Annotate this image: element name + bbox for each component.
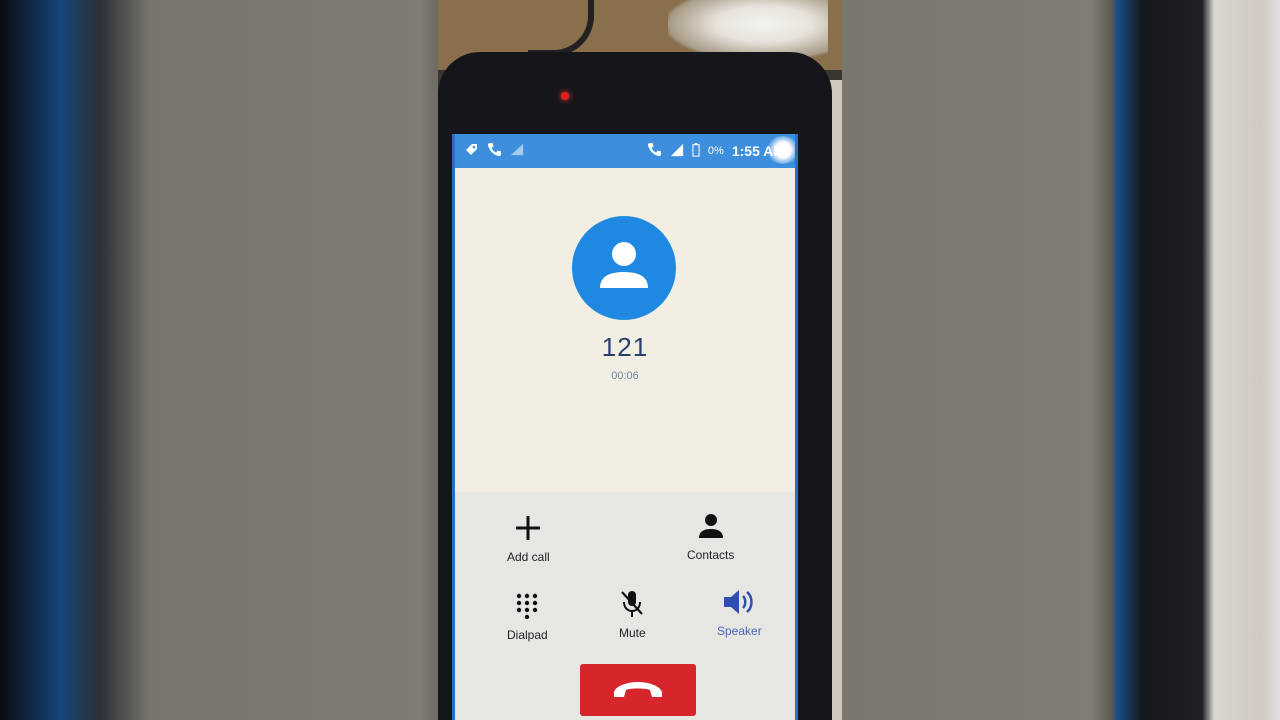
status-bar: 0% 1:55 AM [455, 134, 795, 168]
contacts-label: Contacts [687, 548, 735, 562]
dialpad-icon [515, 586, 539, 626]
battery-icon [692, 142, 700, 160]
battery-percent: 0% [707, 145, 724, 157]
light-glare [767, 136, 795, 164]
mute-button[interactable]: Mute [619, 584, 646, 640]
contacts-button[interactable]: Contacts [687, 506, 734, 562]
call-controls: Add call Contacts Dialpad Mute Speaker [455, 492, 795, 720]
add-call-button[interactable]: Add call [507, 508, 550, 564]
mic-off-icon [619, 584, 645, 624]
dialpad-button[interactable]: Dialpad [507, 586, 548, 642]
mute-label: Mute [619, 626, 646, 640]
rocket-icon [463, 142, 479, 161]
phone-video: 0% 1:55 AM 121 00:06 Add call Contacts D… [438, 0, 842, 720]
add-call-label: Add call [507, 550, 550, 564]
speaker-button[interactable]: Speaker [717, 582, 762, 638]
camera-led [561, 92, 569, 100]
phone-icon [487, 142, 502, 160]
blurred-backdrop-left [0, 0, 438, 720]
call-forward-icon [647, 142, 662, 160]
person-avatar-icon [600, 242, 648, 288]
dialpad-label: Dialpad [507, 628, 548, 642]
tape-roll [668, 0, 828, 60]
video-frame: 0% 1:55 AM 121 00:06 Add call Contacts D… [0, 0, 1280, 720]
caller-number: 121 [601, 332, 649, 362]
plus-icon [515, 508, 541, 548]
signal-icon [510, 142, 525, 160]
signal-strength-icon [670, 143, 684, 160]
person-icon [698, 506, 724, 546]
caller-info: 121 00:06 [455, 168, 795, 498]
phone-screen: 0% 1:55 AM 121 00:06 Add call Contacts D… [452, 134, 798, 720]
speaker-icon [722, 582, 756, 622]
contact-avatar [572, 216, 676, 320]
hang-up-icon [614, 682, 662, 697]
phone-body: 0% 1:55 AM 121 00:06 Add call Contacts D… [438, 52, 832, 720]
end-call-button[interactable] [580, 664, 696, 716]
call-timer: 00:06 [611, 370, 639, 382]
speaker-label: Speaker [717, 624, 762, 638]
blurred-backdrop-right [842, 0, 1280, 720]
